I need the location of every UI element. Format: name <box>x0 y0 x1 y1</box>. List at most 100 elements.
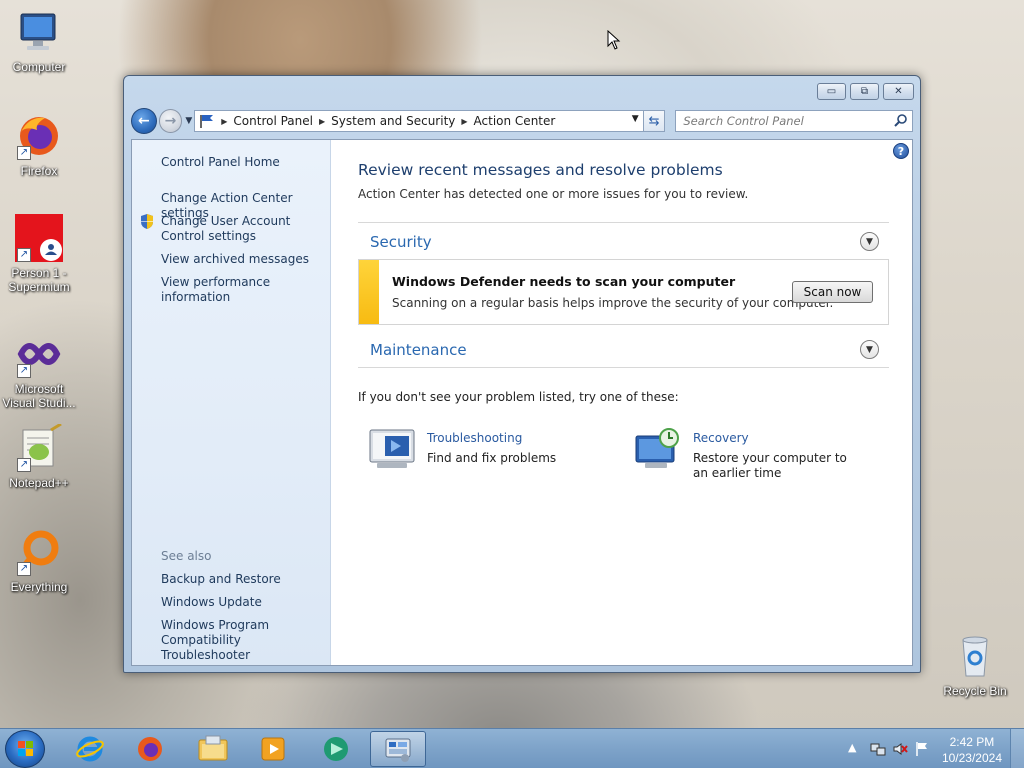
everything-icon: ↗ <box>15 528 63 576</box>
address-bar[interactable]: ▶ Control Panel ▶ System and Security ▶ … <box>194 110 644 132</box>
desktop-icon-recycle-bin[interactable]: Recycle Bin <box>937 632 1013 698</box>
desktop-icon-visual-studio[interactable]: ↗ Microsoft Visual Studi... <box>1 330 77 410</box>
forward-arrow-icon: → <box>164 113 177 129</box>
breadcrumb-control-panel[interactable]: Control Panel <box>233 114 313 128</box>
breadcrumb-system-and-security[interactable]: System and Security <box>331 114 455 128</box>
desktop-icon-computer[interactable]: Computer <box>1 8 77 74</box>
main-pane: ? Review recent messages and resolve pro… <box>331 140 912 665</box>
action-center-flag-icon <box>200 115 214 128</box>
desktop-icon-supermium[interactable]: ↗ Person 1 - Supermium <box>1 214 77 294</box>
see-also-label: See also <box>161 549 212 563</box>
troubleshooting-link[interactable]: Troubleshooting <box>427 431 522 445</box>
shortcut-arrow-icon: ↗ <box>17 248 31 262</box>
desktop-icon-firefox[interactable]: ↗ Firefox <box>1 112 77 178</box>
maximize-button[interactable]: ⧉ <box>850 83 879 100</box>
desktop-icon-everything[interactable]: ↗ Everything <box>1 528 77 594</box>
firefox-icon: ↗ <box>15 112 63 160</box>
taskbar: ▲ 2:42 PM 10/23/2024 <box>0 728 1024 768</box>
shortcut-arrow-icon: ↗ <box>17 562 31 576</box>
volume-muted-icon[interactable] <box>892 741 908 757</box>
backup-and-restore-link[interactable]: Backup and Restore <box>161 572 281 587</box>
back-button[interactable]: ← <box>131 108 157 134</box>
action-center-flag-icon[interactable] <box>914 741 930 757</box>
minimize-button[interactable]: ▭ <box>817 83 846 100</box>
shortcut-arrow-icon: ↗ <box>17 146 31 160</box>
chevron-down-icon[interactable]: ▼ <box>860 232 879 251</box>
clock-time: 2:42 PM <box>949 735 995 749</box>
taskbar-media-player[interactable] <box>245 731 301 767</box>
restore-icon: ⧉ <box>860 86 869 97</box>
desktop-icon-label: Person 1 - Supermium <box>8 266 70 294</box>
address-dropdown-icon[interactable]: ▼ <box>632 114 639 124</box>
breadcrumb-separator-icon: ▶ <box>221 116 228 126</box>
show-desktop-button[interactable] <box>1010 729 1024 768</box>
change-uac-settings-link[interactable]: Change User Account Control settings <box>161 214 326 244</box>
breadcrumb-action-center[interactable]: Action Center <box>474 114 556 128</box>
left-navigation-pane: Control Panel Home Change Action Center … <box>132 140 331 665</box>
recovery-link[interactable]: Recovery <box>693 431 749 445</box>
view-performance-information-link[interactable]: View performance information <box>161 275 330 305</box>
scan-now-button[interactable]: Scan now <box>792 281 873 303</box>
windows-update-link[interactable]: Windows Update <box>161 595 262 610</box>
window-controls: ▭ ⧉ ✕ <box>817 83 914 100</box>
alert-description: Scanning on a regular basis helps improv… <box>392 296 834 310</box>
page-title: Review recent messages and resolve probl… <box>358 161 723 179</box>
supermium-icon: ↗ <box>15 214 63 262</box>
recent-pages-dropdown[interactable]: ▼ <box>185 116 192 126</box>
network-icon[interactable] <box>870 741 886 757</box>
desktop-icon-label: Everything <box>10 580 68 594</box>
minimize-icon: ▭ <box>826 86 837 97</box>
clock-date: 10/23/2024 <box>941 751 1002 765</box>
firefox-icon <box>138 737 162 761</box>
chevron-down-icon[interactable]: ▼ <box>860 340 879 359</box>
forward-button[interactable]: → <box>158 109 183 133</box>
security-section-header[interactable]: Security ▼ <box>358 222 889 260</box>
app-icon <box>324 737 348 761</box>
mouse-cursor-icon <box>607 30 621 50</box>
control-panel-icon <box>385 738 411 762</box>
content-area: Control Panel Home Change Action Center … <box>131 139 913 666</box>
maintenance-section-title: Maintenance <box>370 341 467 359</box>
control-panel-home-link[interactable]: Control Panel Home <box>161 155 280 170</box>
search-icon[interactable] <box>894 113 908 127</box>
clock[interactable]: 2:42 PM 10/23/2024 <box>942 734 1002 766</box>
close-button[interactable]: ✕ <box>883 83 914 100</box>
refresh-icon: ⇆ <box>648 113 660 129</box>
desktop-icon-label: Microsoft Visual Studi... <box>2 382 76 410</box>
recovery-description: Restore your computer to an earlier time <box>693 451 847 480</box>
try-these-text: If you don't see your problem listed, tr… <box>358 390 679 404</box>
file-explorer-icon <box>198 735 228 761</box>
computer-icon <box>15 8 63 56</box>
taskbar-file-explorer[interactable] <box>185 731 241 767</box>
back-arrow-icon: ← <box>137 113 150 129</box>
recycle-bin-icon <box>951 632 999 680</box>
desktop-icon-label: Notepad++ <box>9 476 69 490</box>
help-icon[interactable]: ? <box>893 143 909 159</box>
desktop-icon-label: Computer <box>12 60 66 74</box>
show-hidden-icons-button[interactable]: ▲ <box>848 741 856 754</box>
desktop-icon-label: Firefox <box>20 164 58 178</box>
search-input[interactable] <box>683 114 884 128</box>
view-archived-messages-link[interactable]: View archived messages <box>161 252 309 267</box>
taskbar-control-panel[interactable] <box>370 731 426 767</box>
alert-title: Windows Defender needs to scan your comp… <box>392 274 736 289</box>
windows-logo-icon <box>18 741 33 756</box>
alert-severity-stripe <box>359 260 379 324</box>
refresh-button[interactable]: ⇆ <box>643 110 666 132</box>
visual-studio-icon: ↗ <box>15 330 63 378</box>
media-player-icon <box>261 737 285 761</box>
breadcrumb-separator-icon: ▶ <box>318 116 326 126</box>
taskbar-app[interactable] <box>308 731 364 767</box>
close-icon: ✕ <box>894 86 903 97</box>
internet-explorer-icon <box>76 736 104 762</box>
search-box[interactable] <box>675 110 913 132</box>
security-section-title: Security <box>370 233 432 251</box>
taskbar-internet-explorer[interactable] <box>62 731 118 767</box>
troubleshooting-tool: Troubleshooting Find and fix problems <box>369 428 599 478</box>
start-button[interactable] <box>5 730 45 768</box>
page-subtitle: Action Center has detected one or more i… <box>358 187 749 201</box>
desktop-icon-notepadpp[interactable]: ↗ Notepad++ <box>1 422 77 490</box>
maintenance-section-header[interactable]: Maintenance ▼ <box>358 331 889 369</box>
taskbar-firefox[interactable] <box>122 731 178 767</box>
program-compatibility-troubleshooter-link[interactable]: Windows Program Compatibility Troublesho… <box>161 618 326 663</box>
